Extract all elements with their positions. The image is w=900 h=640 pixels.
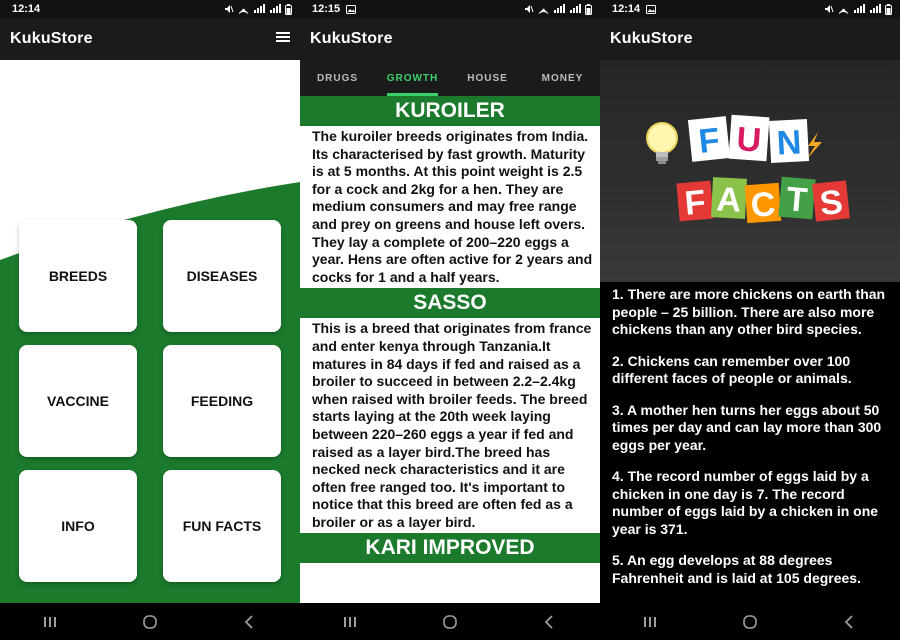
app-bar: KukuStore (0, 18, 300, 60)
battery-icon (285, 3, 292, 15)
mute-icon (825, 5, 834, 13)
info-tile[interactable]: INFO (19, 470, 137, 582)
breed-heading-kuroiler: KUROILER (395, 99, 505, 122)
status-time: 12:15 (312, 3, 341, 15)
tab-bar: DRUGS GROWTH HOUSE MONEY (300, 60, 600, 96)
signal-icon-2 (870, 4, 881, 13)
fun-facts-banner: F U N F A C T S (600, 60, 900, 282)
phone-breeds-screen: 12:15 KukuStore DRUGS GROWTH HOUSE MONEY… (300, 0, 600, 640)
battery-icon (885, 3, 892, 15)
status-bar: 12:14 (600, 0, 900, 18)
fun-facts-logo: F U N F A C T S (646, 114, 850, 225)
breeds-tile[interactable]: BREEDS (19, 220, 137, 332)
tab-growth[interactable]: GROWTH (375, 60, 450, 96)
status-icons (524, 3, 592, 15)
tab-drugs[interactable]: DRUGS (300, 60, 375, 96)
hamburger-menu-icon[interactable] (274, 30, 292, 49)
breed-heading-sasso: SASSO (413, 291, 487, 315)
system-nav-bar (600, 603, 900, 640)
recent-apps-icon[interactable] (642, 615, 658, 629)
svg-text:S: S (818, 183, 845, 223)
breed-heading-kari-improved: KARI IMPROVED (365, 536, 535, 560)
fact-item-2: 2. Chickens can remember over 100 differ… (612, 352, 852, 387)
feeding-tile[interactable]: FEEDING (163, 345, 281, 457)
home-icon[interactable] (742, 614, 758, 630)
fun-facts-list[interactable]: 1. There are more chickens on earth than… (600, 282, 900, 603)
svg-text:F: F (683, 183, 707, 223)
battery-icon (585, 3, 592, 15)
recent-apps-icon[interactable] (342, 615, 358, 629)
system-nav-bar (300, 603, 600, 640)
tab-money[interactable]: MONEY (525, 60, 600, 96)
vaccine-tile[interactable]: VACCINE (19, 345, 137, 457)
system-nav-bar (0, 603, 300, 640)
fact-item-5: 5. An egg develops at 88 degrees Fahrenh… (612, 552, 861, 586)
breed-description-kuroiler: The kuroiler breeds originates from Indi… (300, 126, 600, 289)
app-title: KukuStore (610, 30, 693, 47)
breed-description-sasso: This is a breed that originates from fra… (300, 318, 600, 534)
hotspot-icon (538, 8, 549, 14)
svg-text:T: T (785, 180, 809, 220)
fact-item-3: 3. A mother hen turns her eggs about 50 … (612, 401, 882, 453)
app-bar: KukuStore (300, 18, 600, 60)
status-bar: 12:15 (300, 0, 600, 18)
fact-item-4: 4. The record number of eggs laid by a c… (612, 468, 879, 537)
breed-description-kari-improved (300, 563, 600, 603)
back-icon[interactable] (842, 614, 858, 630)
signal-icon (854, 4, 865, 13)
status-bar: 12:14 (0, 0, 300, 18)
breed-list[interactable]: KUROILER The kuroiler breeds originates … (300, 96, 600, 603)
app-title: KukuStore (310, 30, 393, 47)
mute-icon (225, 5, 234, 13)
tab-house[interactable]: HOUSE (450, 60, 525, 96)
phone-home-screen: 12:14 KukuStore BREEDS DISEASES VACCINE … (0, 0, 300, 640)
status-icons (224, 3, 292, 15)
diseases-tile[interactable]: DISEASES (163, 220, 281, 332)
fun-facts-tile[interactable]: FUN FACTS (163, 470, 281, 582)
signal-icon-2 (270, 4, 281, 13)
back-icon[interactable] (542, 614, 558, 630)
facts-letters: F A C T S (676, 176, 850, 225)
home-body: BREEDS DISEASES VACCINE FEEDING INFO FUN… (0, 60, 300, 603)
svg-text:F: F (697, 121, 722, 161)
svg-text:N: N (776, 123, 803, 162)
image-notification-icon (646, 4, 657, 14)
svg-text:U: U (735, 120, 762, 160)
status-icons (824, 3, 892, 15)
app-bar: KukuStore (600, 18, 900, 60)
fun-letters: F U N (687, 114, 810, 163)
mute-icon (525, 5, 534, 13)
home-icon[interactable] (142, 614, 158, 630)
hotspot-icon (238, 8, 249, 14)
svg-text:A: A (716, 180, 743, 219)
back-icon[interactable] (242, 614, 258, 630)
signal-icon (254, 4, 265, 13)
status-time: 12:14 (612, 3, 641, 15)
signal-icon (554, 4, 565, 13)
fact-item-1: 1. There are more chickens on earth than… (612, 286, 886, 337)
svg-text:C: C (750, 185, 777, 225)
recent-apps-icon[interactable] (42, 615, 58, 629)
signal-icon-2 (570, 4, 581, 13)
lightbulb-icon (646, 122, 678, 164)
home-icon[interactable] (442, 614, 458, 630)
status-time: 12:14 (12, 3, 41, 15)
screenshot-collage: 12:14 KukuStore BREEDS DISEASES VACCINE … (0, 0, 900, 640)
app-title: KukuStore (10, 30, 93, 47)
hotspot-icon (838, 8, 849, 14)
image-notification-icon (346, 4, 357, 14)
category-grid: BREEDS DISEASES VACCINE FEEDING INFO FUN… (19, 220, 281, 582)
phone-fun-facts-screen: 12:14 KukuStore F U N F A C T S 1. There… (600, 0, 900, 640)
